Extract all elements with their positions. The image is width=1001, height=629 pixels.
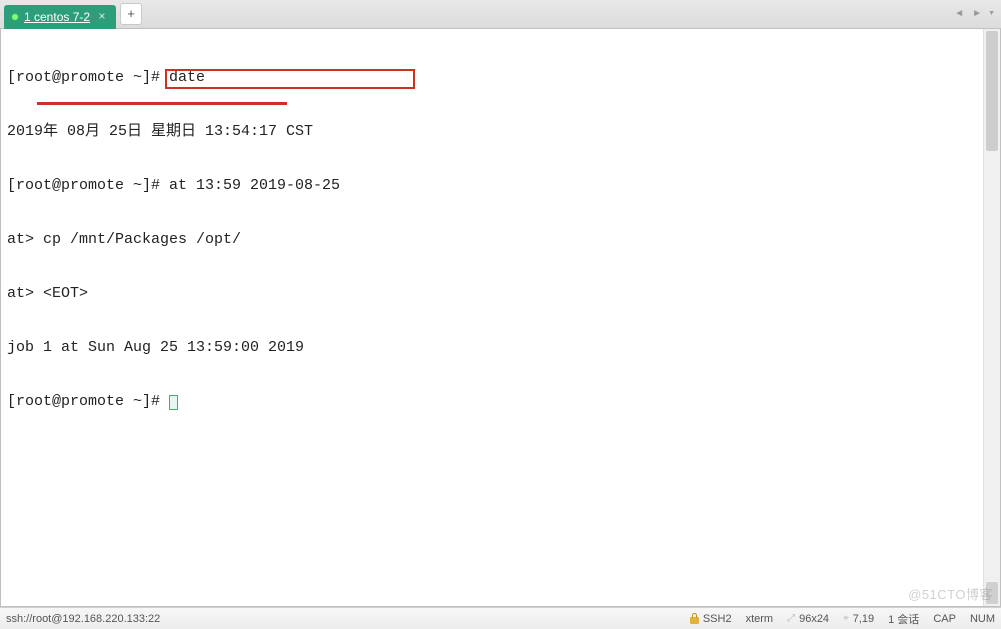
annotation-underline <box>37 102 287 105</box>
tab-bar: 1 centos 7-2 × + ◄ ► ▼ <box>0 0 1001 29</box>
prev-tab-icon[interactable]: ◄ <box>952 6 966 21</box>
terminal-line: [root@promote ~]# at 13:59 2019-08-25 <box>7 177 977 195</box>
close-icon[interactable]: × <box>96 11 108 23</box>
status-term: xterm <box>746 613 774 625</box>
terminal[interactable]: [root@promote ~]# date 2019年 08月 25日 星期日… <box>1 29 983 606</box>
status-ssh: SSH2 <box>690 613 732 625</box>
tab-label: 1 centos 7-2 <box>24 10 90 24</box>
resize-icon: ⤢ <box>787 613 795 624</box>
status-connection: ssh://root@192.168.220.133:22 <box>6 613 676 625</box>
next-tab-icon[interactable]: ► <box>970 6 984 21</box>
terminal-line: at> <EOT> <box>7 285 977 303</box>
status-sessions: 1 会话 ▲ <box>888 611 919 627</box>
terminal-line: [root@promote ~]# date <box>7 69 977 87</box>
terminal-line: job 1 at Sun Aug 25 13:59:00 2019 <box>7 339 977 357</box>
tab-session[interactable]: 1 centos 7-2 × <box>4 5 116 29</box>
tab-dropdown-icon[interactable]: ▼ <box>988 10 995 17</box>
scrollbar-thumb-bottom[interactable] <box>986 582 998 604</box>
chevron-up-icon[interactable]: ▲ <box>898 615 907 625</box>
scrollbar-thumb[interactable] <box>986 31 998 151</box>
connection-status-icon <box>12 14 18 20</box>
vertical-scrollbar[interactable] <box>983 29 1000 606</box>
terminal-line: at> cp /mnt/Packages /opt/ <box>7 231 977 249</box>
cursor-icon <box>169 395 178 410</box>
status-size: ⤢ 96x24 <box>787 613 829 625</box>
terminal-line: [root@promote ~]# <box>7 393 977 411</box>
status-num: NUM <box>970 613 995 625</box>
terminal-container: [root@promote ~]# date 2019年 08月 25日 星期日… <box>0 29 1001 607</box>
status-cap: CAP <box>933 613 956 625</box>
lock-icon <box>690 613 699 624</box>
new-tab-button[interactable]: + <box>120 3 142 25</box>
status-position: ⌖ 7,19 <box>843 613 874 625</box>
status-bar: ssh://root@192.168.220.133:22 SSH2 xterm… <box>0 607 1001 629</box>
tab-navigation: ◄ ► ▼ <box>952 6 995 21</box>
cursor-position-icon: ⌖ <box>843 613 849 624</box>
terminal-line: 2019年 08月 25日 星期日 13:54:17 CST <box>7 123 977 141</box>
